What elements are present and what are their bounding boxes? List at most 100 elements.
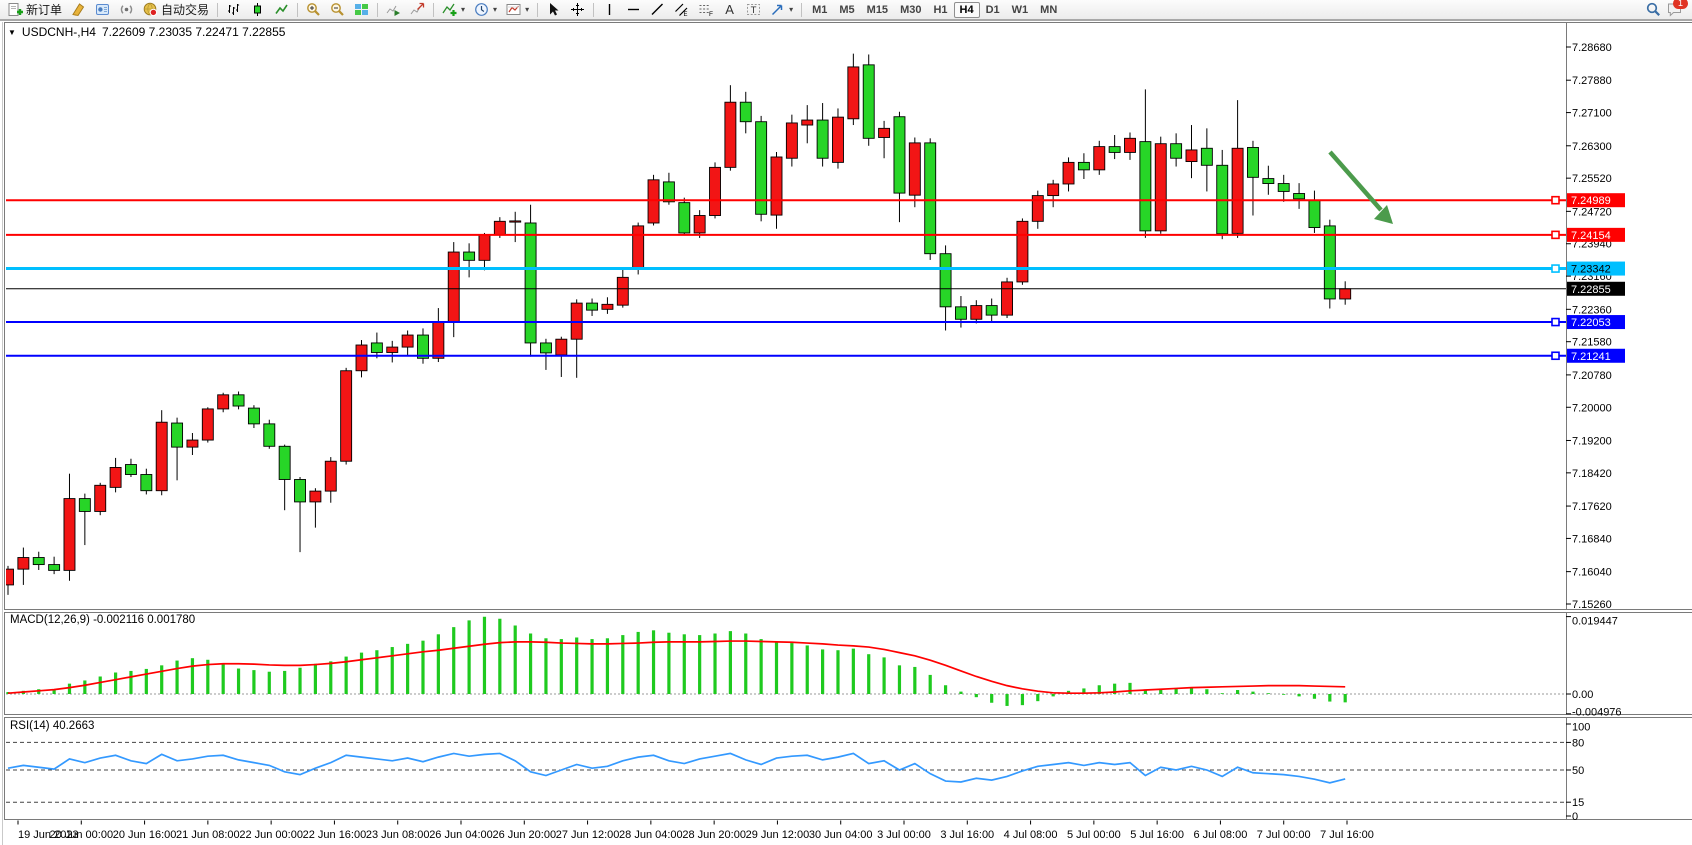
svg-text:7.20000: 7.20000 (1572, 402, 1612, 414)
arrows-tool[interactable]: ▾ (766, 1, 797, 19)
svg-text:7.24989: 7.24989 (1571, 195, 1611, 207)
hline-handle (1552, 265, 1559, 272)
line-chart-mode-button[interactable] (270, 1, 293, 19)
new-order-button[interactable]: 新订单 (4, 1, 66, 19)
periods-button[interactable]: ▾ (470, 1, 501, 19)
svg-text:7.22053: 7.22053 (1571, 317, 1611, 329)
text-label-icon: T (746, 2, 761, 17)
bar-chart-icon (226, 2, 241, 17)
trendline-icon (650, 2, 665, 17)
mt4-terminal: 新订单 自动交易 (0, 0, 1692, 845)
svg-text:50: 50 (1572, 765, 1584, 777)
svg-text:4 Jul 08:00: 4 Jul 08:00 (1004, 829, 1058, 841)
hline-handle (1552, 319, 1559, 326)
signals-icon (119, 2, 134, 17)
svg-text:27 Jun 12:00: 27 Jun 12:00 (556, 829, 620, 841)
vertical-line-tool[interactable] (598, 1, 621, 19)
dropdown-caret: ▾ (789, 5, 793, 14)
vertical-line-icon (602, 2, 617, 17)
horizontal-line-tool[interactable] (622, 1, 645, 19)
svg-text:0.019447: 0.019447 (1572, 616, 1618, 628)
svg-text:7.20780: 7.20780 (1572, 370, 1612, 382)
svg-text:7.21241: 7.21241 (1571, 351, 1611, 363)
svg-text:0.00: 0.00 (1572, 689, 1593, 701)
dropdown-caret: ▾ (461, 5, 465, 14)
svg-text:7.18420: 7.18420 (1572, 468, 1612, 480)
toolbar-separator (297, 3, 298, 17)
indicators-button[interactable]: ▾ (438, 1, 469, 19)
svg-text:22 Jun 16:00: 22 Jun 16:00 (303, 829, 367, 841)
svg-text:7.26300: 7.26300 (1572, 141, 1612, 153)
tile-windows-icon (354, 2, 369, 17)
svg-text:22 Jun 00:00: 22 Jun 00:00 (239, 829, 303, 841)
timeframe-m1-button[interactable]: M1 (806, 2, 833, 18)
svg-text:F: F (709, 11, 713, 17)
timeframe-m5-button[interactable]: M5 (833, 2, 860, 18)
svg-text:5 Jul 00:00: 5 Jul 00:00 (1067, 829, 1121, 841)
autotrading-icon (143, 2, 158, 17)
svg-text:7.27880: 7.27880 (1572, 75, 1612, 87)
line-chart-icon (274, 2, 289, 17)
svg-text:5 Jul 16:00: 5 Jul 16:00 (1130, 829, 1184, 841)
svg-text:7.22855: 7.22855 (1571, 284, 1611, 296)
svg-text:3 Jul 00:00: 3 Jul 00:00 (877, 829, 931, 841)
autotrading-button[interactable]: 自动交易 (139, 1, 213, 19)
chart-ohlc-values: 7.22609 7.23035 7.22471 7.22855 (102, 25, 286, 39)
timeframe-d1-button[interactable]: D1 (980, 2, 1006, 18)
svg-text:28 Jun 20:00: 28 Jun 20:00 (682, 829, 746, 841)
candlestick-mode-button[interactable] (246, 1, 269, 19)
svg-text:7.24154: 7.24154 (1571, 230, 1611, 242)
text-tool[interactable]: A (718, 1, 741, 19)
hline-handle (1552, 231, 1559, 238)
timeframe-m30-button[interactable]: M30 (894, 2, 927, 18)
hline-handle (1552, 352, 1559, 359)
tile-windows-button[interactable] (350, 1, 373, 19)
svg-text:7.25520: 7.25520 (1572, 173, 1612, 185)
trendline-tool[interactable] (646, 1, 669, 19)
svg-text:7.16040: 7.16040 (1572, 567, 1612, 579)
auto-scroll-icon (386, 2, 401, 17)
chart-dropdown-icon[interactable]: ▼ (8, 28, 16, 37)
text-label-tool[interactable]: T (742, 1, 765, 19)
toolbar-separator (593, 3, 594, 17)
timeframe-h4-button[interactable]: H4 (954, 2, 980, 18)
toolbar-separator (801, 3, 802, 17)
templates-icon (506, 2, 521, 17)
chart-canvas[interactable]: 7.286807.278807.271007.263007.255207.247… (0, 0, 1692, 845)
svg-text:26 Jun 20:00: 26 Jun 20:00 (492, 829, 556, 841)
cursor-tool-button[interactable] (542, 1, 565, 19)
timeframe-h1-button[interactable]: H1 (927, 2, 953, 18)
svg-text:7.22360: 7.22360 (1572, 304, 1612, 316)
svg-text:7.23342: 7.23342 (1571, 264, 1611, 276)
timeframe-mn-button[interactable]: MN (1034, 2, 1063, 18)
main-toolbar: 新订单 自动交易 (0, 0, 1692, 20)
zoom-in-button[interactable] (302, 1, 325, 19)
chat-badge-count: 1 (1673, 0, 1688, 9)
timeframe-w1-button[interactable]: W1 (1006, 2, 1035, 18)
svg-text:7.17620: 7.17620 (1572, 501, 1612, 513)
timeframe-m15-button[interactable]: M15 (861, 2, 894, 18)
svg-text:21 Jun 08:00: 21 Jun 08:00 (176, 829, 240, 841)
toolbar-separator (217, 3, 218, 17)
crosshair-tool-button[interactable] (566, 1, 589, 19)
fibonacci-tool[interactable]: F (694, 1, 717, 19)
chart-shift-button[interactable] (406, 1, 429, 19)
toolbar-separator (377, 3, 378, 17)
new-order-icon (8, 2, 23, 17)
macd-indicator-label: MACD(12,26,9) -0.002116 0.001780 (10, 614, 195, 626)
equidistant-channel-tool[interactable]: E (670, 1, 693, 19)
signals-button[interactable] (115, 1, 138, 19)
cursor-icon (546, 2, 561, 17)
svg-text:A: A (725, 2, 734, 17)
metaeditor-button[interactable] (67, 1, 90, 19)
auto-scroll-button[interactable] (382, 1, 405, 19)
svg-text:E: E (684, 12, 688, 17)
templates-button[interactable]: ▾ (502, 1, 533, 19)
bar-chart-mode-button[interactable] (222, 1, 245, 19)
arrow-shape-icon (770, 2, 785, 17)
zoom-out-button[interactable] (326, 1, 349, 19)
hline-handle (1552, 197, 1559, 204)
search-icon[interactable] (1646, 2, 1661, 17)
notifications-chat-button[interactable]: 1 (1667, 2, 1682, 17)
market-watch-button[interactable] (91, 1, 114, 19)
